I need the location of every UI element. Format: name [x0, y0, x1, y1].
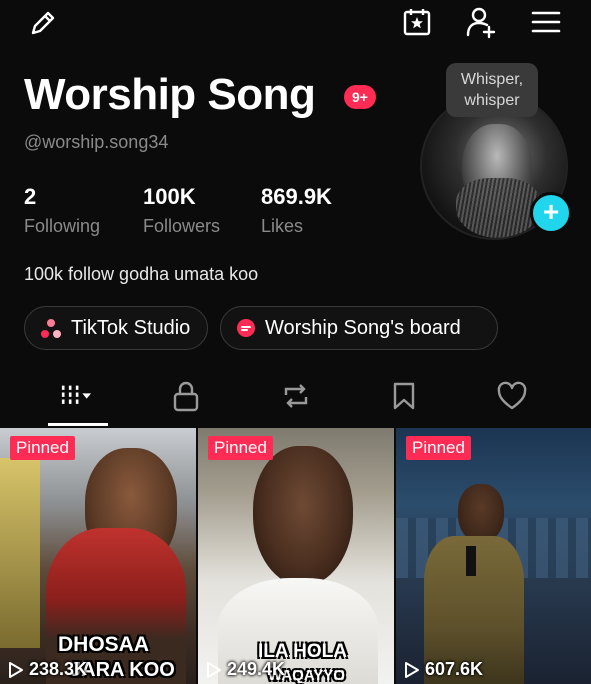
lock-icon: [173, 381, 199, 412]
tab-liked[interactable]: [492, 376, 532, 416]
stat-value: 2: [24, 184, 37, 209]
pinned-badge: Pinned: [406, 436, 471, 460]
menu-button[interactable]: [528, 6, 564, 38]
add-avatar-button[interactable]: +: [530, 192, 572, 234]
notification-badge[interactable]: 9+: [344, 85, 376, 109]
heart-icon: [497, 381, 527, 410]
tab-favorites[interactable]: [384, 376, 424, 416]
view-count: 238.3K: [8, 659, 87, 680]
pinned-badge: Pinned: [10, 436, 75, 460]
stat-label: Likes: [261, 216, 304, 236]
edit-profile-button[interactable]: [26, 6, 60, 40]
calendar-button[interactable]: [399, 4, 435, 40]
active-tab-indicator: [48, 423, 108, 426]
view-count-text: 238.3K: [29, 659, 88, 679]
board-icon: [237, 319, 255, 337]
repost-icon: [284, 384, 308, 408]
profile-bio: 100k follow godha umata koo: [24, 264, 259, 284]
play-icon: [405, 661, 419, 678]
view-count: 249.4K: [206, 659, 285, 680]
stat-followers[interactable]: 100K Followers: [143, 184, 220, 237]
play-icon: [207, 661, 221, 678]
stat-likes[interactable]: 869.9K Likes: [261, 184, 332, 237]
pencil-icon: [31, 11, 55, 35]
calendar-star-icon: [403, 9, 431, 36]
studio-icon: [41, 319, 61, 338]
profile-handle: @worship.song34: [24, 132, 169, 152]
profile-name: Worship Song: [24, 70, 316, 119]
play-icon: [9, 661, 23, 678]
view-count-text: 249.4K: [227, 659, 286, 679]
video-tile[interactable]: Pinned DHOSAA JARA KOO 238.3K: [0, 428, 196, 684]
video-caption: DHOSAA: [58, 633, 150, 656]
video-tile[interactable]: Pinned 607.6K: [396, 428, 591, 684]
tiktok-studio-button[interactable]: TikTok Studio: [24, 306, 208, 350]
tab-videos[interactable]: [58, 376, 98, 416]
board-button[interactable]: Worship Song's board: [220, 306, 498, 350]
stat-value: 100K: [143, 184, 196, 209]
pill-label: TikTok Studio: [71, 316, 191, 339]
tab-private[interactable]: [166, 376, 206, 416]
menu-icon: [531, 11, 561, 33]
view-count: 607.6K: [404, 659, 483, 680]
pinned-badge: Pinned: [208, 436, 273, 460]
add-friend-button[interactable]: [462, 3, 500, 41]
plus-icon: +: [542, 196, 560, 227]
add-friend-icon: [466, 7, 496, 39]
tab-reposts[interactable]: [276, 376, 316, 416]
stat-label: Following: [24, 216, 101, 236]
video-tile[interactable]: Pinned ILA HOLA WAQAYYO 249.4K: [198, 428, 394, 684]
avatar-beard: [456, 178, 540, 238]
stat-following[interactable]: 2 Following: [24, 184, 100, 237]
stat-value: 869.9K: [261, 184, 332, 209]
stat-label: Followers: [143, 216, 221, 236]
avatar-note-bubble[interactable]: Whisper, whisper: [446, 63, 538, 117]
bookmark-icon: [393, 382, 415, 410]
grid-icon: [61, 385, 92, 407]
view-count-text: 607.6K: [425, 659, 484, 679]
pill-label: Worship Song's board: [265, 316, 461, 339]
